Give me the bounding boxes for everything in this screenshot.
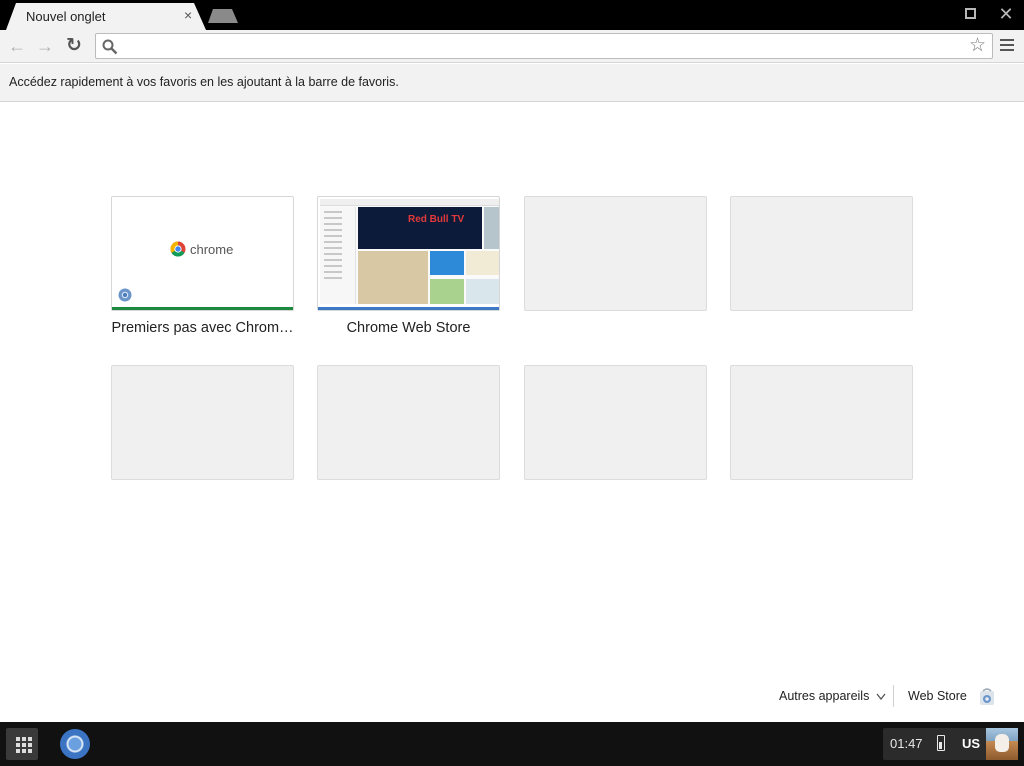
- footer-divider: [893, 685, 894, 707]
- other-devices-menu[interactable]: Autres appareils: [779, 689, 886, 703]
- web-store-link[interactable]: Web Store: [908, 689, 967, 703]
- forward-button[interactable]: →: [34, 35, 56, 57]
- reload-button[interactable]: ↻: [63, 35, 85, 57]
- maximize-button[interactable]: [960, 4, 980, 24]
- empty-tile: [524, 196, 707, 311]
- browser-window: Nouvel onglet × ✕ ← → ↻ ☆ Accédez rapide…: [0, 0, 1024, 722]
- web-store-thumbnail: Red Bull TV: [320, 199, 499, 304]
- tab-title: Nouvel onglet: [26, 9, 106, 24]
- chrome-favicon-icon: [118, 288, 132, 302]
- bookmark-star-icon[interactable]: ☆: [969, 36, 986, 56]
- tab-strip: Nouvel onglet × ✕: [0, 0, 1024, 30]
- tab-new-tab[interactable]: Nouvel onglet ×: [6, 3, 206, 30]
- tile-title[interactable]: Chrome Web Store: [317, 320, 500, 336]
- search-icon: [102, 39, 118, 55]
- close-window-button[interactable]: ✕: [996, 4, 1016, 24]
- chrome-shelf-icon[interactable]: [60, 729, 90, 759]
- battery-icon: [937, 735, 945, 751]
- most-visited-tile[interactable]: chrome: [111, 196, 294, 311]
- chrome-logo: chrome: [170, 241, 233, 257]
- tile-accent-bar: [318, 307, 499, 310]
- empty-tile: [730, 365, 913, 480]
- input-method-indicator: US: [962, 736, 981, 751]
- empty-tile: [317, 365, 500, 480]
- toolbar: ← → ↻ ☆: [0, 30, 1024, 63]
- chrome-icon: [170, 241, 186, 257]
- other-devices-label: Autres appareils: [779, 689, 870, 703]
- clock: 01:47: [890, 736, 923, 751]
- user-avatar: [986, 728, 1018, 760]
- web-store-icon[interactable]: [977, 687, 997, 707]
- banner-text: Red Bull TV: [408, 214, 465, 225]
- maximize-icon: [964, 8, 976, 19]
- menu-icon[interactable]: [1000, 39, 1014, 53]
- chrome-wordmark: chrome: [190, 241, 234, 257]
- bookmark-bar: Accédez rapidement à vos favoris en les …: [0, 64, 1024, 102]
- status-tray[interactable]: 01:47 US: [883, 728, 1018, 760]
- bookmark-bar-hint: Accédez rapidement à vos favoris en les …: [9, 75, 399, 89]
- chevron-down-icon: [876, 693, 886, 701]
- omnibox-input[interactable]: [122, 36, 962, 56]
- empty-tile: [730, 196, 913, 311]
- omnibox[interactable]: ☆: [95, 33, 993, 59]
- tile-title[interactable]: Premiers pas avec Chrom…: [111, 320, 294, 336]
- tab-close-icon[interactable]: ×: [184, 8, 192, 22]
- empty-tile: [524, 365, 707, 480]
- new-tab-button[interactable]: [208, 9, 238, 23]
- most-visited-tile[interactable]: Red Bull TV: [317, 196, 500, 311]
- shelf: 01:47 US: [0, 722, 1024, 766]
- tile-accent-bar: [112, 307, 293, 310]
- app-launcher-button[interactable]: [6, 728, 38, 760]
- back-button[interactable]: ←: [6, 35, 28, 57]
- empty-tile: [111, 365, 294, 480]
